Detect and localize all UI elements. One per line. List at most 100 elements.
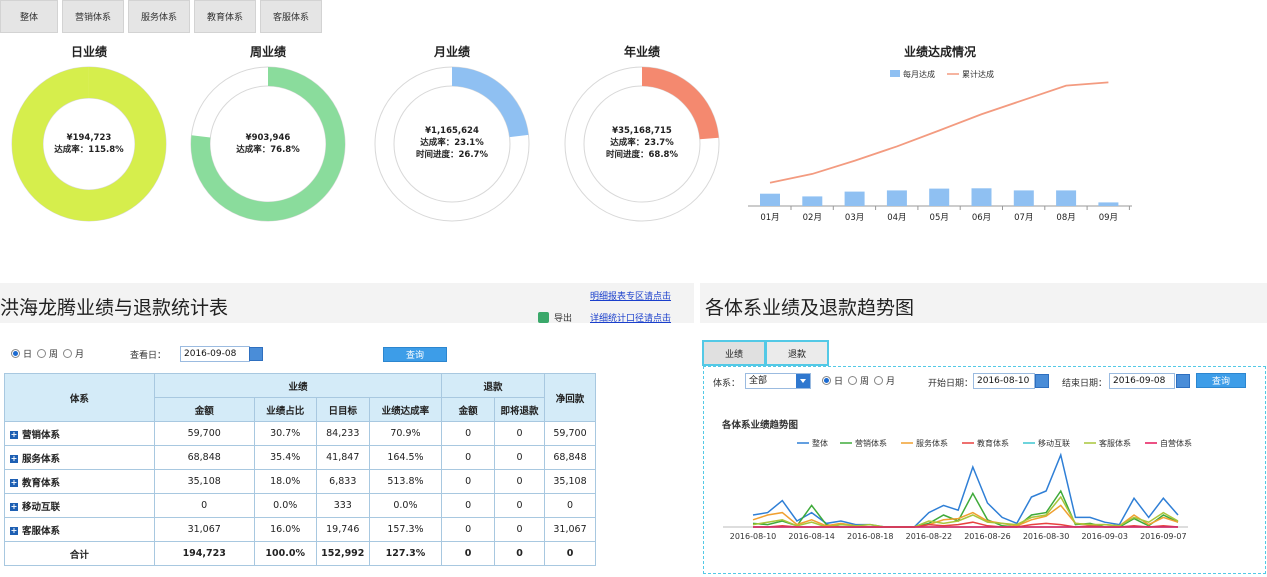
- radio-month[interactable]: [63, 349, 73, 358]
- trend-radio-day-label: 日: [834, 377, 844, 387]
- expand-icon[interactable]: +: [10, 479, 18, 487]
- table-cell: 0: [494, 469, 546, 494]
- table-cell: 16.0%: [253, 517, 317, 542]
- stats-definition-link[interactable]: 详细统计口径请点击: [590, 311, 671, 324]
- trend-x-tick-2: 2016-08-18: [847, 532, 894, 541]
- monthly-bar-3: [886, 190, 907, 206]
- trend-radio-week-label: 周: [860, 377, 870, 387]
- system-name-label: 客服体系: [22, 525, 61, 537]
- donut-rate-2: 达成率：23.1%: [420, 138, 484, 148]
- trend-query-button[interactable]: 查询: [1196, 373, 1246, 388]
- trend-x-tick-6: 2016-09-03: [1081, 532, 1128, 541]
- tab-customer-service[interactable]: 客服体系: [260, 0, 322, 33]
- monthly-label-6: 07月: [1014, 213, 1033, 223]
- row-system-name: + 营销体系: [4, 421, 155, 446]
- table-cell: 35.4%: [253, 445, 317, 470]
- monthly-bar-8: [1098, 202, 1119, 206]
- trend-legend-label-5: 客服体系: [1099, 438, 1131, 448]
- trend-legend-label-2: 服务体系: [916, 438, 948, 448]
- table-cell: 0: [544, 493, 596, 518]
- donut-title-3: 年业绩: [623, 45, 660, 59]
- end-date-input[interactable]: 2016-09-08: [1109, 373, 1175, 389]
- query-button[interactable]: 查询: [383, 347, 447, 362]
- trend-chart-title: 各体系业绩及退款趋势图: [705, 297, 915, 319]
- trend-x-tick-0: 2016-08-10: [730, 532, 777, 541]
- donut-center-1: ¥903,946 达成率：76.8%: [208, 132, 328, 156]
- table-cell: 30.7%: [253, 421, 317, 446]
- total-cell: 152,992: [315, 541, 370, 566]
- legend-line-label: 累计达成: [962, 69, 994, 79]
- monthly-bar-6: [1013, 190, 1034, 206]
- donut-rate-3: 达成率：23.7%: [610, 138, 674, 148]
- donut-title-0: 日业绩: [70, 45, 107, 59]
- header-net-payment: 净回款: [544, 373, 596, 422]
- legend-bar-swatch: [890, 70, 900, 77]
- monthly-bar-1: [802, 196, 823, 206]
- tab-performance[interactable]: 业绩: [702, 340, 766, 366]
- trend-x-tick-3: 2016-08-22: [906, 532, 953, 541]
- donut-center-2: ¥1,165,624 达成率：23.1% 时间进度：26.7%: [392, 125, 512, 161]
- trend-legend-label-0: 整体: [812, 438, 828, 448]
- tab-education[interactable]: 教育体系: [194, 0, 256, 33]
- donut-progress-3: 时间进度：68.8%: [606, 150, 678, 160]
- monthly-chart-title: 业绩达成情况: [903, 45, 976, 59]
- table-cell: 157.3%: [368, 517, 443, 542]
- expand-icon[interactable]: +: [10, 455, 18, 463]
- system-name-label: 移动互联: [22, 501, 61, 513]
- end-calendar-icon[interactable]: [1176, 374, 1190, 388]
- detail-report-link[interactable]: 明细报表专区请点击: [590, 289, 671, 302]
- subheader-share: 业绩占比: [253, 397, 317, 422]
- subheader-pending-refund: 即将退款: [494, 397, 546, 422]
- table-row: + 移动互联 0 0.0% 333 0.0% 0 0 0: [4, 493, 596, 518]
- monthly-label-1: 02月: [803, 213, 822, 223]
- calendar-icon[interactable]: [249, 347, 263, 361]
- total-cell: 0: [441, 541, 496, 566]
- radio-week[interactable]: [37, 349, 47, 358]
- trend-x-tick-7: 2016-09-07: [1140, 532, 1187, 541]
- start-calendar-icon[interactable]: [1035, 374, 1049, 388]
- trend-legend-label-6: 自营体系: [1160, 438, 1192, 448]
- stats-table-title: 洪海龙腾业绩与退款统计表: [0, 297, 229, 319]
- expand-icon[interactable]: +: [10, 503, 18, 511]
- donut-title-2: 月业绩: [433, 45, 470, 59]
- table-cell: 0: [494, 445, 546, 470]
- trend-radio-month[interactable]: [874, 376, 884, 385]
- trend-radio-week[interactable]: [848, 376, 858, 385]
- donut-progress-2: 时间进度：26.7%: [416, 150, 488, 160]
- cumulative-line: [769, 81, 1109, 184]
- expand-icon[interactable]: +: [10, 431, 18, 439]
- tab-refund[interactable]: 退款: [765, 340, 829, 366]
- monthly-bar-7: [1056, 190, 1077, 206]
- subheader-daily-target: 日目标: [315, 397, 370, 422]
- table-cell: 35,108: [544, 469, 596, 494]
- tab-service[interactable]: 服务体系: [128, 0, 190, 33]
- monthly-bar-2: [844, 191, 865, 206]
- trend-period-radio-group: 日 周 月: [822, 374, 900, 387]
- trend-x-tick-5: 2016-08-30: [1023, 532, 1070, 541]
- tab-overall[interactable]: 整体: [0, 0, 58, 33]
- radio-week-label: 周: [49, 350, 59, 360]
- tab-marketing[interactable]: 营销体系: [62, 0, 124, 33]
- radio-day[interactable]: [11, 349, 20, 358]
- export-button[interactable]: 导出: [538, 311, 572, 324]
- view-date-label: 查看日：: [130, 351, 167, 361]
- table-cell: 84,233: [315, 421, 370, 446]
- monthly-achievement-chart: 每月达成 累计达成 01月 02月 03月 04月 05月 06月 07月 08月 09月: [748, 69, 1132, 223]
- stats-table: 体系 业绩 退款 净回款 金额 业绩占比 日目标 业绩达成率 金额 即将退款 +…: [4, 373, 596, 566]
- donut-rate-1: 达成率：76.8%: [236, 145, 300, 155]
- system-name-label: 服务体系: [22, 453, 61, 465]
- donut-rate-0: 达成率：115.8%: [54, 145, 124, 155]
- subheader-amount: 金额: [153, 397, 255, 422]
- trend-radio-day[interactable]: [822, 376, 831, 385]
- view-date-input[interactable]: 2016-09-08: [180, 346, 250, 362]
- row-system-name: + 客服体系: [4, 517, 155, 542]
- table-cell: 0: [441, 469, 496, 494]
- table-cell: 0: [441, 445, 496, 470]
- table-cell: 0: [153, 493, 255, 518]
- system-tabs: 整体 营销体系 服务体系 教育体系 客服体系: [0, 0, 326, 33]
- table-cell: 59,700: [544, 421, 596, 446]
- expand-icon[interactable]: +: [10, 527, 18, 535]
- start-date-input[interactable]: 2016-08-10: [973, 373, 1035, 389]
- total-cell: 0: [494, 541, 546, 566]
- system-select[interactable]: 全部: [745, 373, 811, 389]
